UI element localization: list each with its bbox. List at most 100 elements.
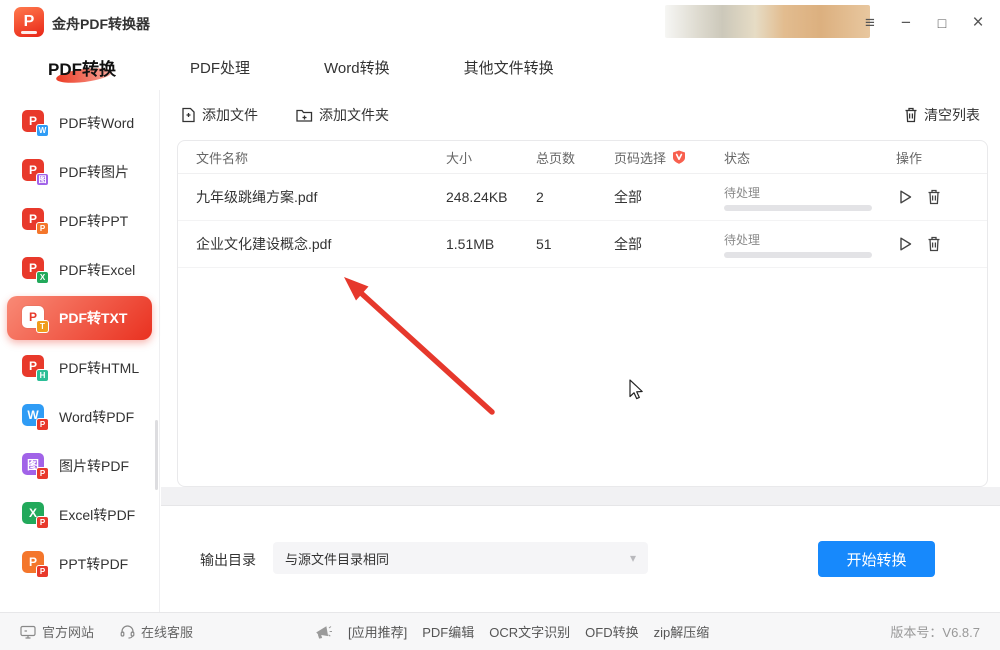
col-size: 大小 bbox=[446, 148, 536, 167]
sidebar-item-label: 图片转PDF bbox=[59, 456, 129, 476]
col-pages: 总页数 bbox=[536, 148, 614, 167]
sidebar-item[interactable]: P H PDF转HTML bbox=[0, 343, 159, 392]
promo-bar: [应用推荐] PDF编辑 OCR文字识别 OFD转换 zip解压缩 bbox=[315, 622, 709, 641]
play-icon bbox=[898, 236, 913, 252]
sidebar-item[interactable]: X P Excel转PDF bbox=[0, 490, 159, 539]
version-label: 版本号：V6.8.7 bbox=[890, 622, 980, 641]
headset-icon bbox=[120, 624, 135, 639]
row-actions bbox=[896, 189, 987, 205]
app-logo-icon: P bbox=[14, 7, 44, 37]
delete-row-button[interactable] bbox=[927, 189, 941, 205]
sidebar-item-label: PDF转PPT bbox=[59, 211, 128, 231]
col-page-select: 页码选择 bbox=[614, 148, 724, 167]
close-icon[interactable]: × bbox=[968, 13, 988, 32]
start-row-button[interactable] bbox=[898, 236, 913, 252]
output-dir-label: 输出目录 bbox=[200, 550, 256, 570]
file-convert-icon: P P bbox=[22, 208, 49, 233]
main-area: 添加文件 添加文件夹 清空列表 文件名称 大小 总页数 页码选择 bbox=[161, 90, 1000, 612]
file-plus-icon bbox=[181, 107, 196, 123]
file-table: 文件名称 大小 总页数 页码选择 状态 操作 九年级跳绳方案.pdf 248.2… bbox=[177, 140, 988, 487]
monitor-icon bbox=[20, 625, 36, 639]
output-panel: 输出目录 与源文件目录相同 ▾ 开始转换 bbox=[161, 505, 1000, 612]
table-row[interactable]: 九年级跳绳方案.pdf 248.24KB 2 全部 待处理 bbox=[178, 174, 987, 221]
page-select-value[interactable]: 全部 bbox=[614, 234, 724, 254]
menu-icon[interactable]: ≡ bbox=[860, 14, 880, 31]
promo-link[interactable]: PDF编辑 bbox=[422, 622, 474, 641]
sidebar-item[interactable]: P W PDF转Word bbox=[0, 98, 159, 147]
file-convert-icon: P 图 bbox=[22, 159, 49, 184]
clear-list-button[interactable]: 清空列表 bbox=[904, 105, 980, 125]
add-folder-button[interactable]: 添加文件夹 bbox=[296, 105, 389, 125]
start-row-button[interactable] bbox=[898, 189, 913, 205]
sidebar-item-label: PDF转Excel bbox=[59, 260, 135, 280]
nav-tab[interactable]: 其他文件转换 bbox=[464, 57, 554, 78]
file-convert-icon: X P bbox=[22, 502, 49, 527]
file-pages: 2 bbox=[536, 189, 614, 205]
row-actions bbox=[896, 236, 987, 252]
promo-link[interactable]: zip解压缩 bbox=[654, 622, 710, 641]
delete-row-button[interactable] bbox=[927, 236, 941, 252]
sidebar-item[interactable]: 图 P 图片转PDF bbox=[0, 441, 159, 490]
start-convert-button[interactable]: 开始转换 bbox=[818, 541, 935, 577]
nav-tab[interactable]: Word转换 bbox=[324, 57, 390, 78]
file-convert-icon: 图 P bbox=[22, 453, 49, 478]
page-select-value[interactable]: 全部 bbox=[614, 187, 724, 207]
app-title: 金舟PDF转换器 bbox=[52, 14, 150, 34]
vip-badge-icon bbox=[671, 149, 687, 165]
status-cell: 待处理 bbox=[724, 231, 896, 258]
nav-tab[interactable]: PDF处理 bbox=[190, 57, 250, 78]
file-size: 1.51MB bbox=[446, 236, 536, 252]
promo-link[interactable]: OCR文字识别 bbox=[489, 622, 570, 641]
sidebar-item[interactable]: W P Word转PDF bbox=[0, 392, 159, 441]
sidebar-item[interactable]: P X PDF转Excel bbox=[0, 245, 159, 294]
file-size: 248.24KB bbox=[446, 189, 536, 205]
add-file-button[interactable]: 添加文件 bbox=[181, 105, 258, 125]
sidebar-scrollbar[interactable] bbox=[155, 420, 158, 490]
panel-divider bbox=[161, 487, 1000, 505]
promo-link[interactable]: OFD转换 bbox=[585, 622, 638, 641]
window-controls: ≡ − □ × bbox=[860, 0, 988, 45]
file-convert-icon: P H bbox=[22, 355, 49, 380]
sidebar-item-label: PDF转图片 bbox=[59, 162, 129, 182]
file-convert-icon: P X bbox=[22, 257, 49, 282]
title-bar: P 金舟PDF转换器 ≡ − □ × bbox=[0, 0, 1000, 45]
main-nav: PDF转换 PDF处理 Word转换 其他文件转换 bbox=[0, 45, 1000, 90]
col-file-name: 文件名称 bbox=[196, 148, 446, 167]
status-text: 待处理 bbox=[724, 184, 896, 201]
trash-icon bbox=[927, 189, 941, 205]
trash-icon bbox=[904, 107, 918, 123]
table-row[interactable]: 企业文化建设概念.pdf 1.51MB 51 全部 待处理 bbox=[178, 221, 987, 268]
sidebar-item-label: Excel转PDF bbox=[59, 505, 135, 525]
footer: 官方网站 在线客服 [应用推荐] PDF编辑 OCR文字识别 OFD转换 zip… bbox=[0, 612, 1000, 650]
minimize-icon[interactable]: − bbox=[896, 14, 916, 31]
col-status: 状态 bbox=[724, 148, 896, 167]
sidebar-item-label: PDF转Word bbox=[59, 113, 134, 133]
sidebar-item-label: PDF转TXT bbox=[59, 308, 127, 328]
online-service-link[interactable]: 在线客服 bbox=[120, 622, 193, 641]
sidebar-item[interactable]: P 图 PDF转图片 bbox=[0, 147, 159, 196]
sidebar-item[interactable]: P T PDF转TXT bbox=[7, 296, 152, 340]
sidebar-item-label: PPT转PDF bbox=[59, 554, 128, 574]
file-convert-icon: P P bbox=[22, 551, 49, 576]
maximize-icon[interactable]: □ bbox=[932, 16, 952, 30]
file-pages: 51 bbox=[536, 236, 614, 252]
sidebar-item-label: Word转PDF bbox=[59, 407, 134, 427]
nav-tab[interactable]: PDF转换 bbox=[48, 55, 116, 80]
progress-bar bbox=[724, 205, 872, 211]
status-cell: 待处理 bbox=[724, 184, 896, 211]
promo-banner[interactable] bbox=[665, 5, 870, 38]
file-convert-icon: W P bbox=[22, 404, 49, 429]
output-dir-select[interactable]: 与源文件目录相同 ▾ bbox=[273, 542, 648, 574]
toolbar: 添加文件 添加文件夹 清空列表 bbox=[181, 96, 980, 134]
col-actions: 操作 bbox=[896, 148, 987, 167]
promo-link[interactable]: [应用推荐] bbox=[348, 622, 407, 641]
sidebar-item-label: PDF转HTML bbox=[59, 358, 139, 378]
file-name: 九年级跳绳方案.pdf bbox=[196, 187, 446, 207]
status-text: 待处理 bbox=[724, 231, 896, 248]
sidebar-item[interactable]: P P PPT转PDF bbox=[0, 539, 159, 588]
file-convert-icon: P W bbox=[22, 110, 49, 135]
sidebar: P W PDF转Word P 图 PDF转图片 P P PDF转PPT P X bbox=[0, 90, 160, 612]
sidebar-item[interactable]: P P PDF转PPT bbox=[0, 196, 159, 245]
trash-icon bbox=[927, 236, 941, 252]
official-site-link[interactable]: 官方网站 bbox=[20, 622, 94, 641]
